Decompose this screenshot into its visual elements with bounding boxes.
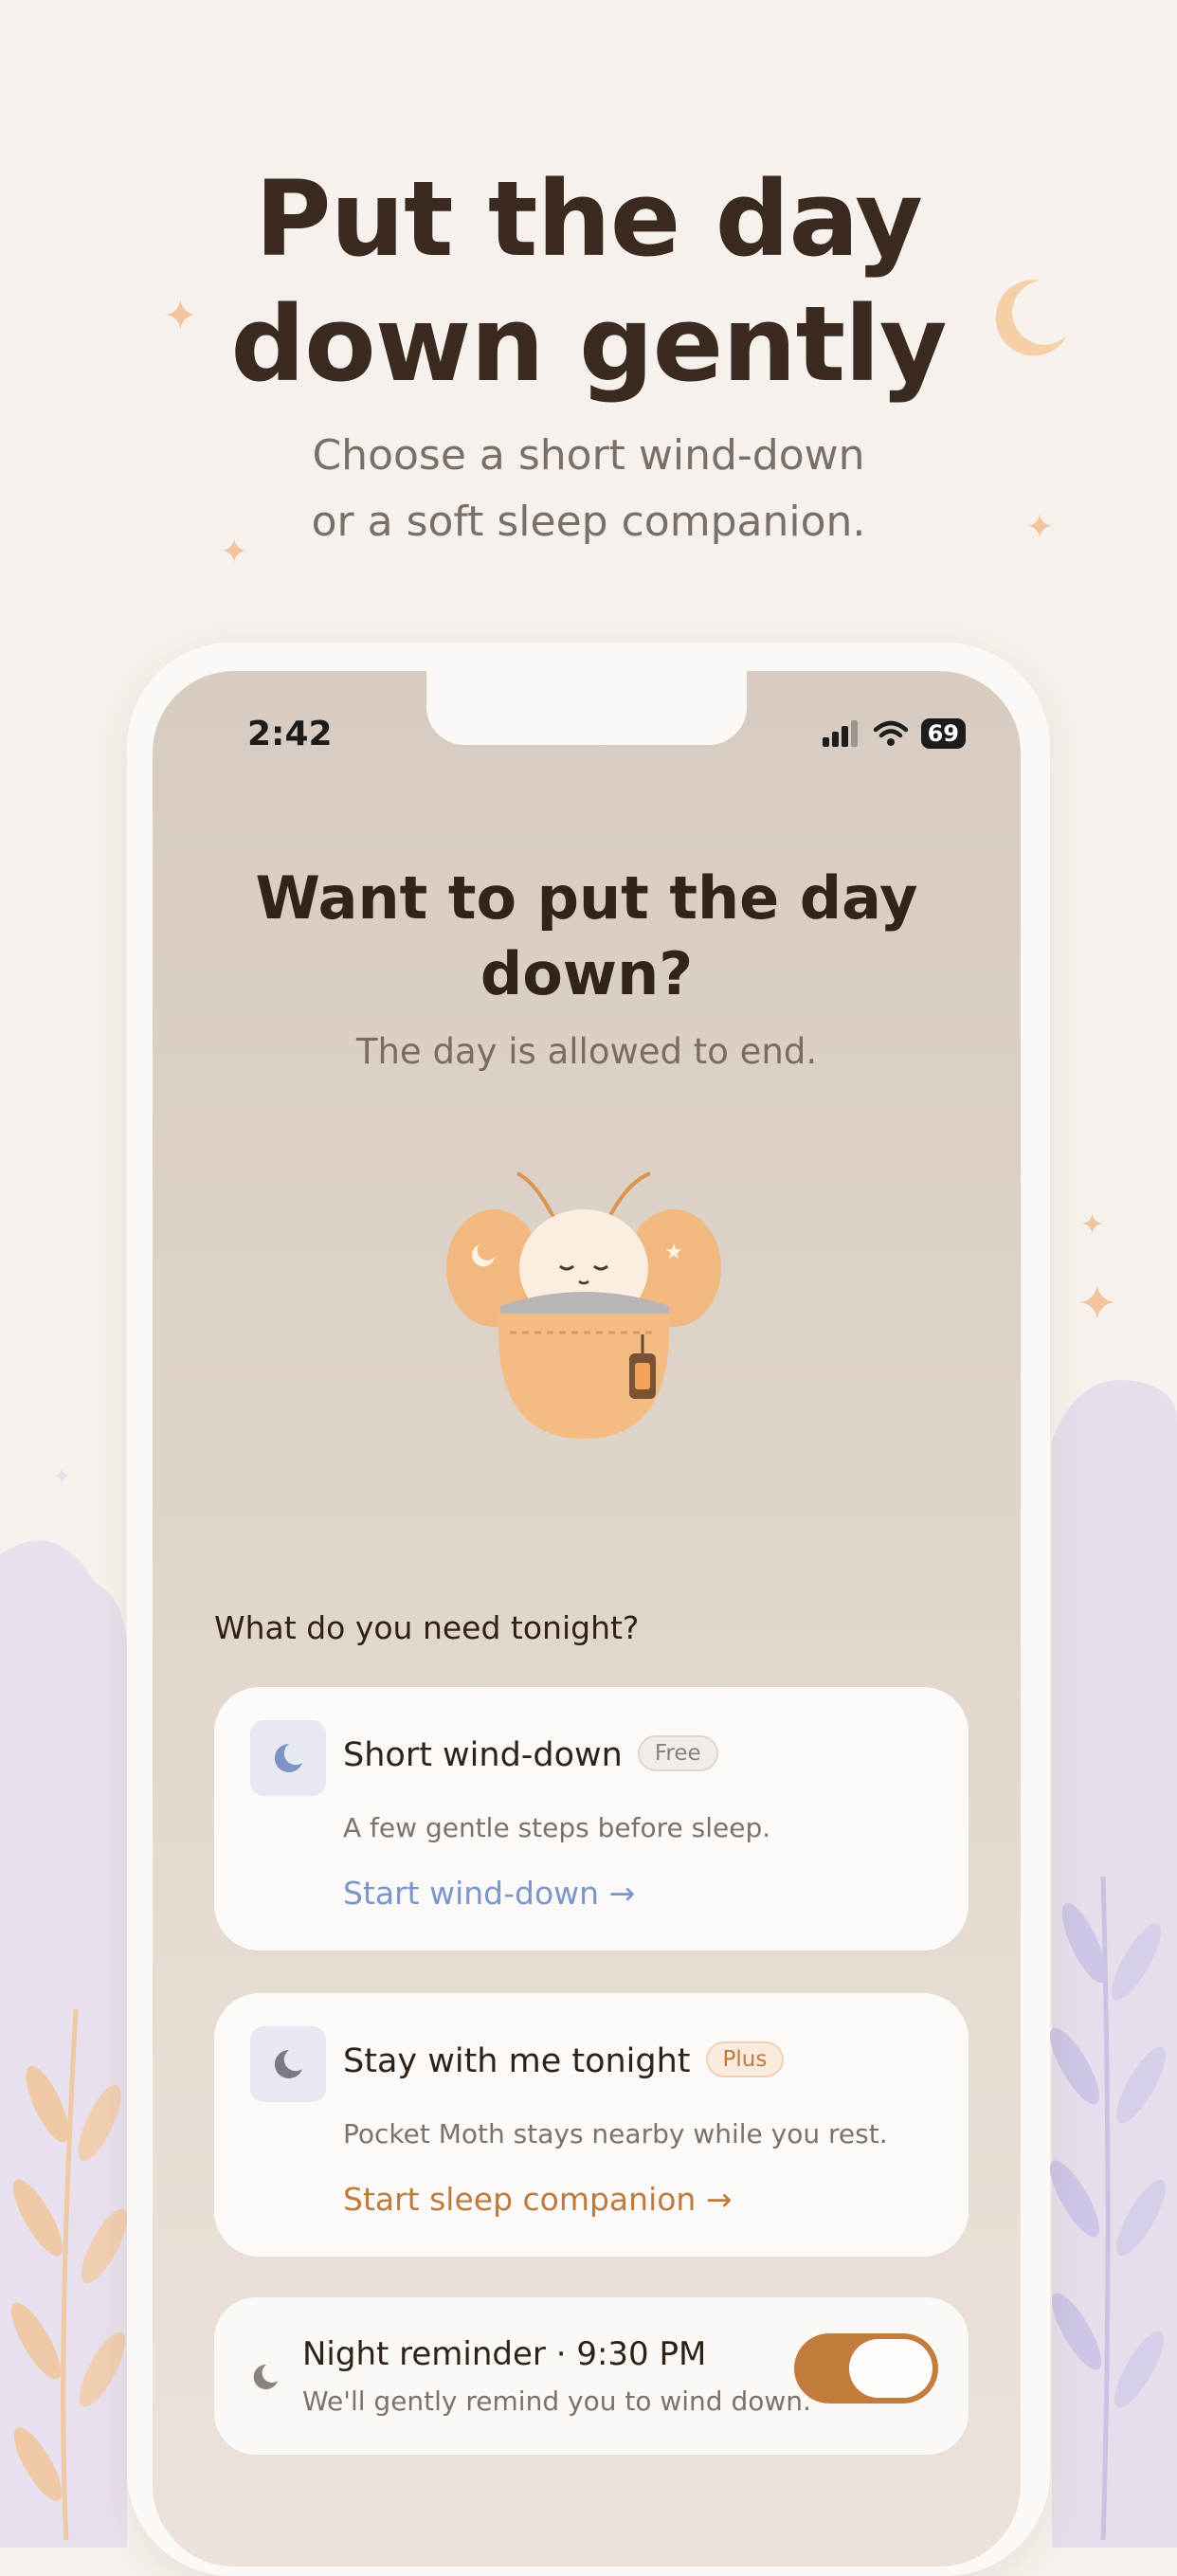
option-card-wind-down[interactable]: Short wind-down Free A few gentle steps b… [214, 1687, 969, 1950]
option-card-sleep-companion[interactable]: Stay with me tonight Plus Pocket Moth sta… [214, 1993, 969, 2257]
sparkle-icon: ✦ [1080, 1208, 1105, 1242]
option-title: Short wind-down Free [343, 1735, 718, 1774]
toggle-knob [849, 2339, 933, 2398]
headline-line: down gently [230, 283, 947, 405]
moth-mascot-illustration: ★ [446, 1171, 721, 1439]
start-sleep-companion-link[interactable]: Start sleep companion → [343, 2181, 733, 2218]
option-title: Stay with me tonight Plus [343, 2041, 785, 2080]
subheading-line: or a soft sleep companion. [311, 498, 866, 546]
reminder-title: Night reminder · 9:30 PM [302, 2335, 707, 2373]
signal-icon [822, 720, 858, 747]
leaf-branch-icon [1050, 1876, 1166, 2541]
option-description: A few gentle steps before sleep. [343, 1812, 771, 1843]
screen-title-line: Want to put the day [255, 863, 918, 933]
page-headline: Put the day down gently [0, 156, 1177, 407]
wifi-icon [873, 720, 908, 746]
screen-title-line: down? [480, 939, 694, 1008]
free-badge: Free [637, 1735, 718, 1771]
screen-title: Want to put the day down? [153, 861, 1021, 1012]
phone-notch [426, 671, 747, 745]
night-reminder-row: Night reminder · 9:30 PM We'll gently re… [214, 2297, 969, 2455]
option-title-text: Short wind-down [343, 1736, 623, 1774]
sparkle-icon: ✦ [1077, 1276, 1118, 1333]
moon-icon [253, 2364, 278, 2389]
reminder-description: We'll gently remind you to wind down. [302, 2386, 811, 2417]
start-wind-down-link[interactable]: Start wind-down → [343, 1875, 635, 1912]
status-time: 2:42 [247, 715, 333, 753]
headline-line: Put the day [255, 158, 923, 280]
option-description: Pocket Moth stays nearby while you rest. [343, 2118, 888, 2150]
moon-icon [250, 1720, 326, 1796]
screen-subtitle: The day is allowed to end. [355, 1031, 818, 1072]
option-title-text: Stay with me tonight [343, 2042, 691, 2080]
subheading-line: Choose a short wind-down [312, 431, 865, 480]
phone-screen: 2:42 69 Want to put the day down? The da… [153, 671, 1021, 2567]
status-icons: 69 [822, 715, 966, 753]
section-question: What do you need tonight? [214, 1609, 640, 1646]
leaf-branch-icon [11, 2008, 128, 2541]
sparkle-icon: ✦ [53, 1465, 71, 1489]
reminder-toggle[interactable] [794, 2333, 938, 2404]
plus-badge: Plus [705, 2041, 785, 2077]
svg-text:★: ★ [664, 1241, 683, 1264]
moon-icon [250, 2026, 326, 2102]
page-subheading: Choose a short wind-down or a soft sleep… [0, 423, 1177, 555]
battery-indicator: 69 [920, 718, 966, 749]
